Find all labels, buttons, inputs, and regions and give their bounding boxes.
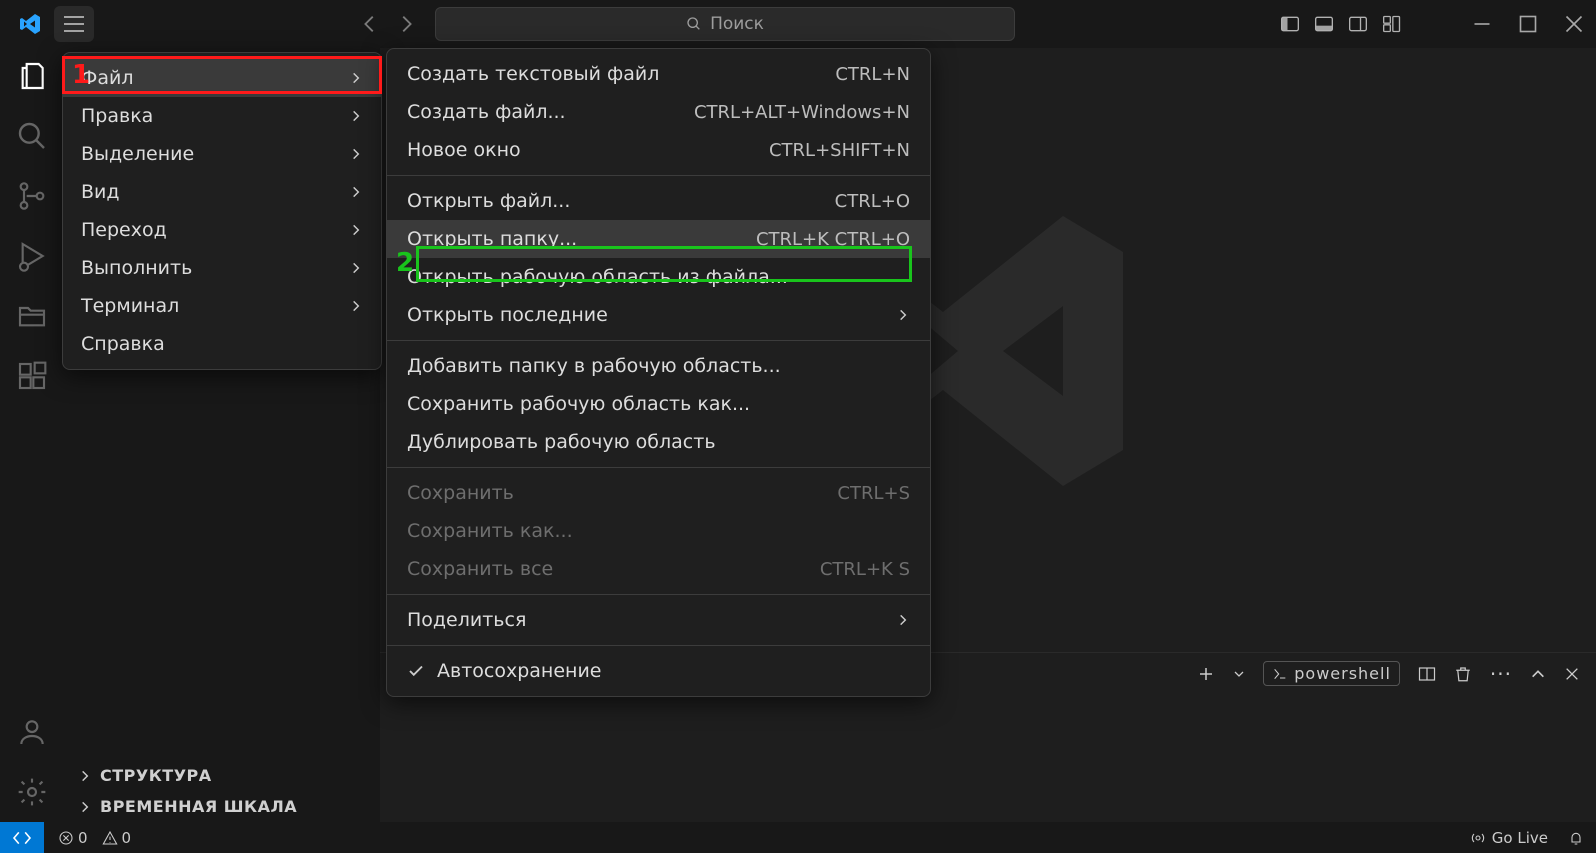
window-minimize-icon[interactable] — [1460, 14, 1492, 34]
menu-separator — [387, 467, 930, 468]
check-icon — [407, 662, 427, 680]
source-control-icon[interactable] — [16, 180, 48, 212]
submenu-save-workspace-as[interactable]: Сохранить рабочую область как... — [387, 385, 930, 423]
terminal-shell-icon — [1272, 666, 1288, 682]
folder-icon[interactable] — [16, 300, 48, 332]
submenu-share[interactable]: Поделиться — [387, 601, 930, 639]
submenu-open-file[interactable]: Открыть файл...CTRL+O — [387, 182, 930, 220]
submenu-add-folder-workspace[interactable]: Добавить папку в рабочую область... — [387, 347, 930, 385]
chevron-right-icon — [349, 71, 363, 85]
submenu-save: СохранитьCTRL+S — [387, 474, 930, 512]
chevron-right-icon — [896, 308, 910, 322]
chevron-right-icon — [896, 613, 910, 627]
run-debug-icon[interactable] — [16, 240, 48, 272]
settings-gear-icon[interactable] — [16, 776, 48, 808]
menu-selection[interactable]: Выделение — [63, 135, 381, 173]
new-terminal-icon[interactable] — [1197, 665, 1215, 683]
main-menu-popup: Файл Правка Выделение Вид Переход Выполн… — [62, 52, 382, 370]
layout-left-icon[interactable] — [1280, 14, 1300, 34]
menu-separator — [387, 645, 930, 646]
submenu-new-window[interactable]: Новое окноCTRL+SHIFT+N — [387, 131, 930, 169]
notifications-icon[interactable] — [1568, 830, 1584, 846]
submenu-open-workspace-from-file[interactable]: Открыть рабочую область из файла... — [387, 258, 930, 296]
submenu-new-text-file[interactable]: Создать текстовый файлCTRL+N — [387, 55, 930, 93]
sidebar-outline-section[interactable]: СТРУКТУРА — [64, 760, 380, 791]
submenu-save-as: Сохранить как... — [387, 512, 930, 550]
submenu-autosave[interactable]: Автосохранение — [387, 652, 930, 690]
window-close-icon[interactable] — [1552, 14, 1584, 34]
split-terminal-icon[interactable] — [1418, 665, 1436, 683]
chevron-right-icon — [78, 769, 92, 783]
chevron-right-icon — [349, 261, 363, 275]
chevron-right-icon — [349, 185, 363, 199]
chevron-right-icon — [349, 299, 363, 313]
nav-arrows — [359, 13, 417, 35]
panel-close-icon[interactable] — [1564, 666, 1580, 682]
forward-arrow-icon[interactable] — [395, 13, 417, 35]
submenu-open-recent[interactable]: Открыть последние — [387, 296, 930, 334]
menu-separator — [387, 594, 930, 595]
sidebar-timeline-label: ВРЕМЕННАЯ ШКАЛА — [100, 797, 297, 816]
errors-status[interactable]: 0 — [58, 829, 88, 847]
explorer-icon[interactable] — [16, 60, 48, 92]
extensions-icon[interactable] — [16, 360, 48, 392]
menu-help[interactable]: Справка — [63, 325, 381, 363]
submenu-save-all: Сохранить всеCTRL+K S — [387, 550, 930, 588]
menu-view[interactable]: Вид — [63, 173, 381, 211]
annotation-number-2: 2 — [396, 248, 414, 278]
search-placeholder: Поиск — [710, 14, 764, 34]
layout-right-icon[interactable] — [1348, 14, 1368, 34]
search-activity-icon[interactable] — [16, 120, 48, 152]
status-bar: 0 0 Go Live — [0, 822, 1596, 853]
layout-customize-icon[interactable] — [1382, 14, 1402, 34]
account-icon[interactable] — [16, 716, 48, 748]
menu-go[interactable]: Переход — [63, 211, 381, 249]
chevron-right-icon — [349, 109, 363, 123]
sidebar-timeline-section[interactable]: ВРЕМЕННАЯ ШКАЛА — [64, 791, 380, 822]
sidebar-outline-label: СТРУКТУРА — [100, 766, 212, 785]
submenu-duplicate-workspace[interactable]: Дублировать рабочую область — [387, 423, 930, 461]
submenu-open-folder[interactable]: Открыть папку...CTRL+K CTRL+O — [387, 220, 930, 258]
chevron-right-icon — [349, 147, 363, 161]
chevron-right-icon — [78, 800, 92, 814]
terminal-shell-label: powershell — [1294, 664, 1391, 683]
kill-terminal-icon[interactable] — [1454, 665, 1472, 683]
file-submenu: Создать текстовый файлCTRL+N Создать фай… — [386, 48, 931, 697]
more-icon[interactable]: ··· — [1490, 662, 1512, 686]
terminal-shell-selector[interactable]: powershell — [1263, 661, 1400, 686]
title-bar: Поиск — [0, 0, 1596, 48]
hamburger-menu-button[interactable] — [54, 6, 94, 42]
menu-separator — [387, 340, 930, 341]
remote-button[interactable] — [0, 822, 44, 853]
search-icon — [686, 16, 702, 32]
annotation-number-1: 1 — [72, 60, 90, 90]
menu-run[interactable]: Выполнить — [63, 249, 381, 287]
layout-bottom-icon[interactable] — [1314, 14, 1334, 34]
search-box[interactable]: Поиск — [435, 7, 1015, 41]
chevron-right-icon — [349, 223, 363, 237]
go-live-button[interactable]: Go Live — [1470, 829, 1548, 847]
menu-file[interactable]: Файл — [63, 59, 381, 97]
warnings-status[interactable]: 0 — [102, 829, 132, 847]
submenu-new-file[interactable]: Создать файл...CTRL+ALT+Windows+N — [387, 93, 930, 131]
menu-edit[interactable]: Правка — [63, 97, 381, 135]
window-maximize-icon[interactable] — [1506, 14, 1538, 34]
menu-separator — [387, 175, 930, 176]
panel-chevron-up-icon[interactable] — [1530, 666, 1546, 682]
activity-bar — [0, 48, 64, 822]
vscode-logo-icon — [8, 12, 54, 36]
terminal-dropdown-icon[interactable] — [1233, 668, 1245, 680]
back-arrow-icon[interactable] — [359, 13, 381, 35]
menu-terminal[interactable]: Терминал — [63, 287, 381, 325]
